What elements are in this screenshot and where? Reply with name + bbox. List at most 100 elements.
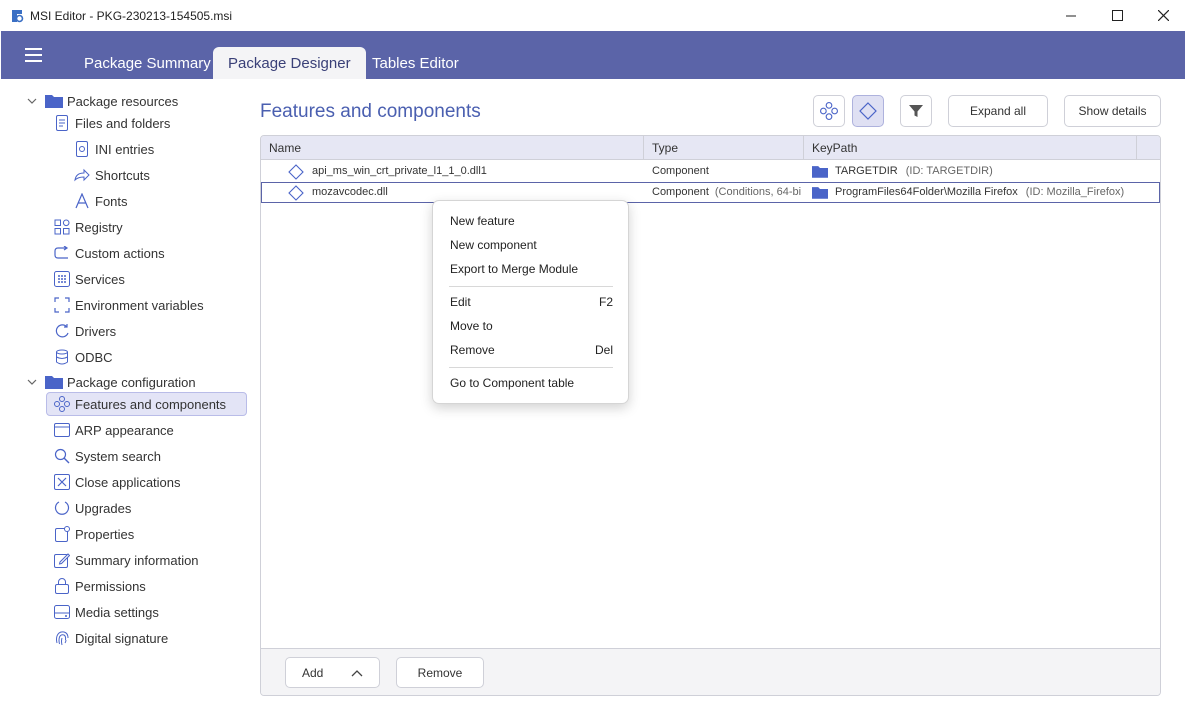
services-icon: [53, 270, 71, 288]
menu-item-go-to-component-table[interactable]: Go to Component table: [434, 371, 629, 395]
row-name: mozavcodec.dll: [312, 186, 388, 198]
features-icon: [820, 102, 838, 120]
maximize-button[interactable]: [1094, 0, 1140, 31]
sidebar-item-custom-actions[interactable]: Custom actions: [53, 241, 165, 265]
sidebar-item-system-search[interactable]: System search: [53, 444, 161, 468]
row-type-detail: (Conditions, 64-bi: [714, 186, 801, 198]
add-feature-button[interactable]: [813, 95, 845, 127]
sidebar-item-media-settings[interactable]: Media settings: [53, 600, 159, 624]
sidebar-item-services[interactable]: Services: [53, 267, 125, 291]
sidebar-item-shortcuts[interactable]: Shortcuts: [73, 163, 150, 187]
features-grid: Name Type KeyPath api_ms_win_crt_private…: [260, 135, 1161, 696]
edit-icon: [53, 551, 71, 569]
column-header-name[interactable]: Name: [261, 136, 644, 160]
component-diamond-icon: [859, 102, 877, 120]
menu-item-label: Edit: [450, 295, 471, 309]
sidebar-item-label: Properties: [75, 526, 135, 542]
drivers-icon: [53, 322, 71, 340]
sidebar-item-label: System search: [75, 448, 161, 464]
menu-item-label: Move to: [450, 319, 493, 333]
window-title: MSI Editor - PKG-230213-154505.msi: [30, 8, 233, 23]
sidebar-item-label: Permissions: [75, 578, 146, 594]
tree-group-package-resources[interactable]: Package resources: [45, 89, 178, 113]
sidebar-item-odbc[interactable]: ODBC: [53, 345, 113, 369]
sidebar-item-drivers[interactable]: Drivers: [53, 319, 116, 343]
tree-group-package-configuration[interactable]: Package configuration: [45, 370, 196, 394]
filter-button[interactable]: [900, 95, 932, 127]
menu-item-label: Export to Merge Module: [450, 262, 579, 276]
sidebar-item-label: ODBC: [75, 349, 113, 365]
sidebar-item-properties[interactable]: Properties: [53, 522, 134, 546]
show-details-button[interactable]: Show details: [1064, 95, 1161, 127]
sidebar-item-ini-entries[interactable]: INI entries: [73, 137, 154, 161]
column-header-type[interactable]: Type: [644, 136, 804, 160]
menu-item-new-feature[interactable]: New feature: [434, 209, 629, 233]
sidebar-item-label: Summary information: [75, 552, 199, 568]
database-icon: [53, 348, 71, 366]
minimize-button[interactable]: [1048, 0, 1094, 31]
sidebar-item-features-and-components[interactable]: Features and components: [46, 392, 247, 416]
remove-button[interactable]: Remove: [396, 657, 484, 688]
folder-icon: [45, 92, 63, 110]
sidebar-item-environment-variables[interactable]: Environment variables: [53, 293, 204, 317]
grid-header: Name Type KeyPath: [261, 136, 1160, 160]
add-dropdown-button[interactable]: Add: [285, 657, 380, 688]
tab-tables-editor[interactable]: Tables Editor: [357, 47, 474, 79]
menu-item-move-to[interactable]: Move to: [434, 314, 629, 338]
menu-item-label: New feature: [450, 214, 515, 228]
features-icon: [53, 395, 71, 413]
add-component-button[interactable]: [852, 95, 884, 127]
menu-item-remove[interactable]: Remove Del: [434, 338, 629, 362]
row-name: api_ms_win_crt_private_l1_1_0.dll1: [312, 165, 487, 177]
sidebar-item-label: Features and components: [75, 396, 227, 412]
custom-action-icon: [53, 244, 71, 262]
close-button[interactable]: [1140, 0, 1186, 31]
sidebar-item-arp-appearance[interactable]: ARP appearance: [53, 418, 174, 442]
menu-item-export-merge-module[interactable]: Export to Merge Module: [434, 257, 629, 281]
folder-icon: [45, 373, 63, 391]
minimize-icon: [1066, 15, 1076, 16]
chevron-down-icon[interactable]: [27, 377, 37, 387]
component-diamond-icon: [288, 184, 304, 201]
sidebar-item-files-and-folders[interactable]: Files and folders: [53, 111, 170, 135]
sidebar-item-label: Registry: [75, 219, 123, 235]
table-row-selected[interactable]: mozavcodec.dll Component (Conditions, 64…: [261, 182, 1160, 203]
add-button-label: Add: [302, 665, 324, 680]
chevron-down-icon[interactable]: [27, 96, 37, 106]
context-menu: New feature New component Export to Merg…: [432, 200, 629, 404]
menu-item-new-component[interactable]: New component: [434, 233, 629, 257]
row-keypath-id: (ID: TARGETDIR): [905, 165, 993, 177]
font-icon: [73, 192, 91, 210]
sidebar-item-permissions[interactable]: Permissions: [53, 574, 146, 598]
hamburger-menu-icon[interactable]: [25, 48, 42, 62]
row-type: Component: [652, 165, 709, 177]
sidebar-item-summary-information[interactable]: Summary information: [53, 548, 199, 572]
component-diamond-icon: [288, 163, 304, 180]
sidebar-item-label: Fonts: [95, 193, 128, 209]
table-row[interactable]: api_ms_win_crt_private_l1_1_0.dll1 Compo…: [261, 161, 1160, 182]
sidebar-item-close-applications[interactable]: Close applications: [53, 470, 181, 494]
tab-package-summary[interactable]: Package Summary: [69, 47, 226, 79]
sidebar-item-fonts[interactable]: Fonts: [73, 189, 128, 213]
filter-icon: [909, 105, 923, 117]
close-box-icon: [53, 473, 71, 491]
file-icon: [53, 114, 71, 132]
sidebar-item-upgrades[interactable]: Upgrades: [53, 496, 131, 520]
sidebar-item-registry[interactable]: Registry: [53, 215, 123, 239]
folder-icon: [812, 166, 828, 178]
sidebar-item-label: Drivers: [75, 323, 117, 339]
lock-icon: [53, 577, 71, 595]
menu-item-edit[interactable]: Edit F2: [434, 290, 629, 314]
row-keypath-id: (ID: Mozilla_Firefox): [1025, 186, 1125, 198]
row-keypath: TARGETDIR: [835, 165, 898, 177]
column-header-keypath[interactable]: KeyPath: [804, 136, 1137, 160]
title-bar: MSI Editor - PKG-230213-154505.msi: [0, 0, 1186, 31]
ini-file-icon: [73, 140, 91, 158]
sidebar-item-label: Close applications: [75, 474, 181, 490]
sidebar-item-digital-signature[interactable]: Digital signature: [53, 626, 168, 650]
folder-icon: [812, 187, 828, 199]
shortcut-icon: [73, 166, 91, 184]
sidebar-item-label: Digital signature: [75, 630, 169, 646]
tab-package-designer[interactable]: Package Designer: [213, 47, 366, 79]
expand-all-button[interactable]: Expand all: [948, 95, 1048, 127]
